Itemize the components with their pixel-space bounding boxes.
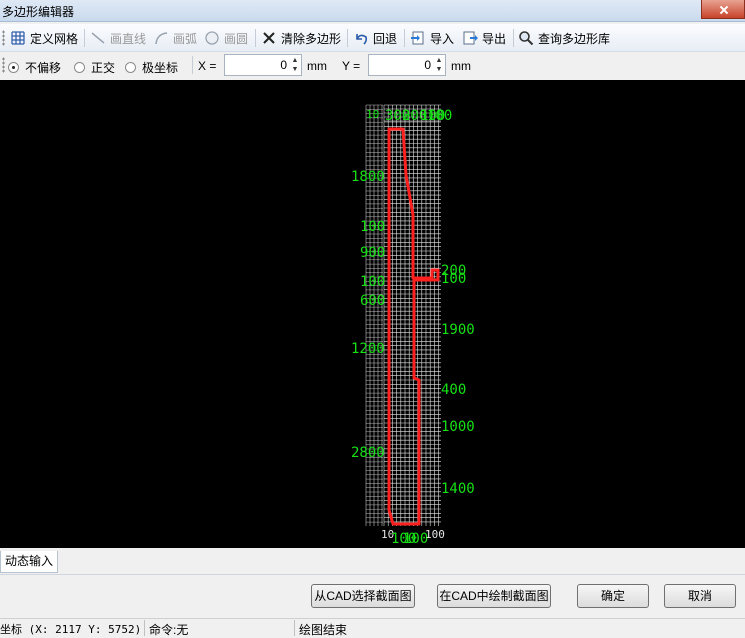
status-coordinates: 坐标 (X: 2117 Y: 5752): [0, 623, 142, 636]
radio-dot-selected: [8, 62, 19, 73]
radio-polar[interactable]: 极坐标: [125, 59, 178, 76]
search-icon: [518, 30, 534, 46]
right-dim-label: 100: [441, 271, 467, 287]
left-dim-label: 2800: [351, 445, 385, 461]
y-label: Y =: [342, 59, 361, 73]
status-bar: 坐标 (X: 2117 Y: 5752) 命令:无 绘图结束: [0, 618, 745, 637]
grid-icon: [10, 30, 26, 46]
import-icon: [410, 30, 426, 46]
draw-circle-button[interactable]: 画圆: [204, 28, 248, 48]
grid-svg: [365, 104, 441, 526]
radio-dot: [125, 62, 136, 73]
toolbar-grip[interactable]: [2, 30, 5, 46]
radio-dot: [74, 62, 85, 73]
toolbar-separator: [404, 29, 405, 47]
drawing-canvas[interactable]: 1800 100 900 100 600 1200 2800 200 100 1…: [0, 80, 745, 548]
x-up-arrow-icon[interactable]: ▲: [290, 56, 300, 65]
window-title: 多边形编辑器: [2, 5, 75, 19]
title-bar: 多边形编辑器: [0, 0, 745, 22]
right-dim-label: 400: [441, 382, 467, 398]
bottom-dim-label: 100: [425, 528, 445, 541]
undo-icon: [353, 30, 369, 46]
export-icon: [462, 30, 478, 46]
draw-arc-label: 画弧: [173, 31, 198, 46]
toolbar-separator: [255, 29, 256, 47]
radio-polar-label: 极坐标: [142, 61, 179, 75]
draw-line-label: 画直线: [110, 31, 147, 46]
line-icon: [90, 30, 106, 46]
draw-circle-label: 画圆: [224, 31, 249, 46]
options-grip[interactable]: [2, 57, 5, 73]
left-dim-label: 100: [360, 219, 386, 235]
cancel-button[interactable]: 取消: [664, 584, 736, 608]
define-grid-button[interactable]: 定义网格: [10, 28, 78, 48]
options-separator: [192, 56, 193, 74]
undo-label: 回退: [373, 31, 398, 46]
y-input[interactable]: 0 ▲ ▼: [368, 54, 446, 76]
arc-icon: [153, 30, 169, 46]
x-value: 0: [280, 58, 287, 72]
main-toolbar: 定义网格 画直线 画弧 画圆 清除多边形 回退 导入 导出 查询多边形库: [0, 24, 745, 52]
define-grid-label: 定义网格: [30, 31, 79, 46]
status-message: 绘图结束: [299, 623, 348, 637]
toolbar-separator: [84, 29, 85, 47]
left-dim-label: 1800: [351, 169, 385, 185]
toolbar-separator: [347, 29, 348, 47]
query-library-button[interactable]: 查询多边形库: [518, 28, 610, 48]
export-button[interactable]: 导出: [462, 28, 506, 48]
x-down-arrow-icon[interactable]: ▼: [290, 65, 300, 74]
close-window-button[interactable]: [701, 0, 745, 19]
tab-dynamic-input[interactable]: 动态输入: [0, 551, 58, 573]
draw-in-cad-button[interactable]: 在CAD中绘制截面图: [437, 584, 551, 608]
left-dim-label: 1200: [351, 341, 385, 357]
clear-polygon-label: 清除多边形: [281, 31, 342, 46]
radio-ortho-label: 正交: [91, 61, 116, 75]
query-library-label: 查询多边形库: [538, 31, 611, 46]
radio-no-offset-label: 不偏移: [25, 61, 62, 75]
status-command: 命令:无: [149, 623, 189, 637]
x-label: X =: [198, 59, 217, 73]
x-input[interactable]: 0 ▲ ▼: [224, 54, 302, 76]
toolbar-separator: [513, 29, 514, 47]
options-bar: 不偏移 正交 极坐标 X = 0 ▲ ▼ mm Y = 0 ▲ ▼ mm: [0, 53, 745, 79]
y-up-arrow-icon[interactable]: ▲: [434, 56, 444, 65]
y-down-arrow-icon[interactable]: ▼: [434, 65, 444, 74]
radio-no-offset[interactable]: 不偏移: [8, 59, 61, 76]
y-unit: mm: [451, 59, 471, 73]
import-label: 导入: [430, 31, 455, 46]
draw-arc-button[interactable]: 画弧: [153, 28, 197, 48]
undo-button[interactable]: 回退: [353, 28, 397, 48]
right-dim-label: 1900: [441, 322, 475, 338]
select-from-cad-button[interactable]: 从CAD选择截面图: [311, 584, 415, 608]
clear-x-icon: [261, 30, 277, 46]
left-dim-label: 100: [360, 274, 386, 290]
tab-strip: 动态输入: [0, 549, 745, 575]
top-dim-label: 100: [427, 108, 453, 124]
radio-ortho[interactable]: 正交: [74, 59, 115, 76]
circle-icon: [204, 30, 220, 46]
y-value: 0: [424, 58, 431, 72]
x-unit: mm: [307, 59, 327, 73]
left-dim-label: 600: [360, 293, 386, 309]
draw-line-button[interactable]: 画直线: [90, 28, 146, 48]
left-dim-label: 900: [360, 245, 386, 261]
status-divider: [294, 620, 295, 636]
status-divider: [144, 620, 145, 636]
clear-polygon-button[interactable]: 清除多边形: [261, 28, 341, 48]
ok-button[interactable]: 确定: [577, 584, 649, 608]
right-dim-label: 1000: [441, 419, 475, 435]
import-button[interactable]: 导入: [410, 28, 454, 48]
right-dim-label: 1400: [441, 481, 475, 497]
top-dim-label: 10: [366, 108, 380, 121]
export-label: 导出: [482, 31, 507, 46]
